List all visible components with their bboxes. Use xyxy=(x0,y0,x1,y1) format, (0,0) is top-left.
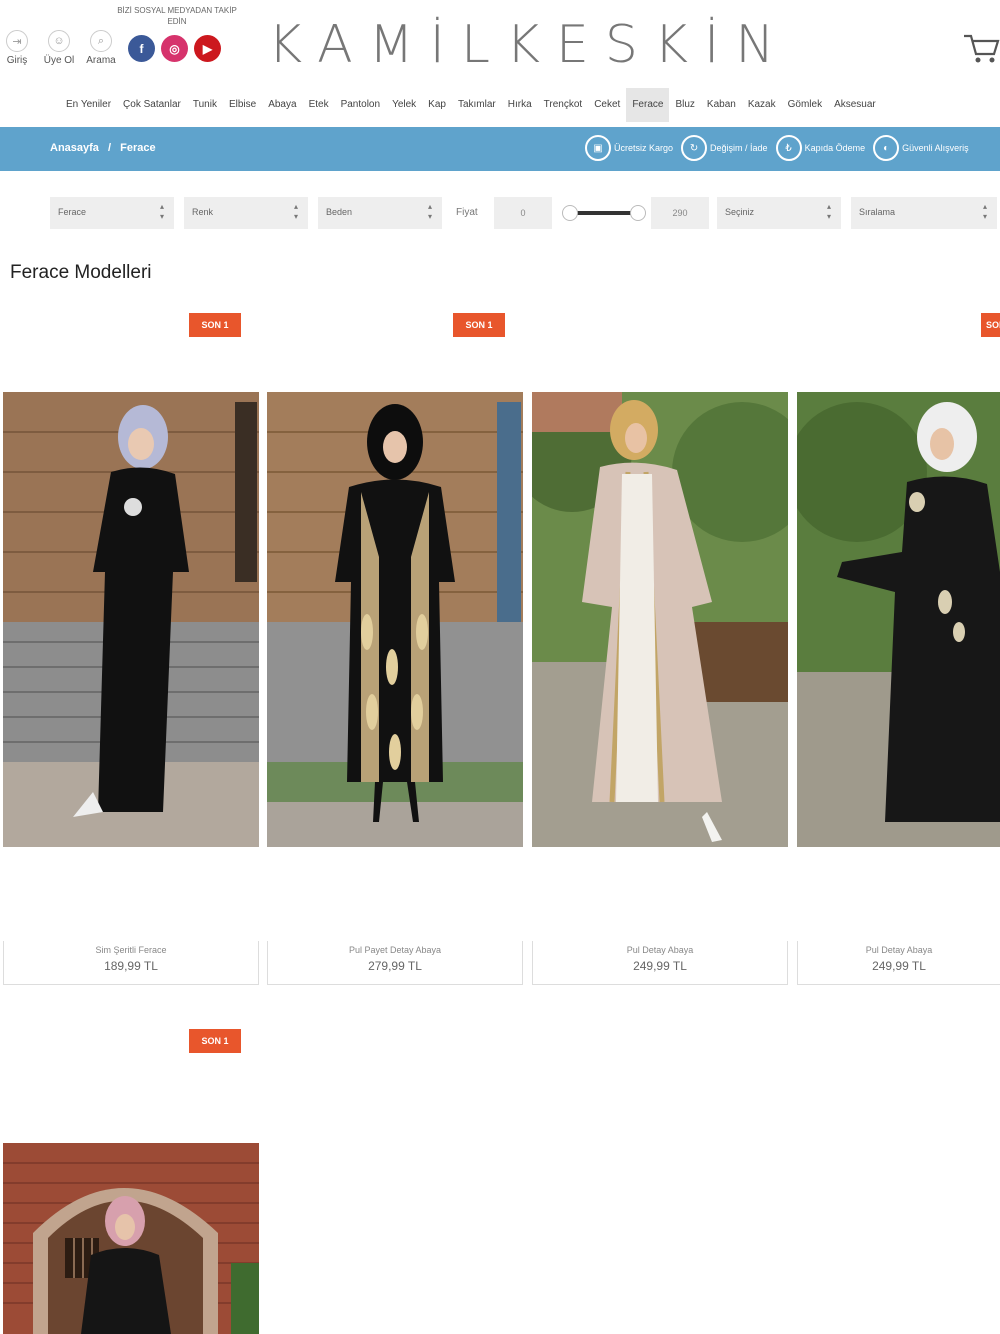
price-range-slider[interactable] xyxy=(562,205,646,221)
product-name[interactable]: Pul Detay Abaya xyxy=(798,945,1000,955)
nav-item-trençkot[interactable]: Trençkot xyxy=(538,88,589,122)
youtube-icon[interactable]: ▶ xyxy=(194,35,221,62)
product-info: Pul Payet Detay Abaya 279,99 TL xyxy=(267,941,523,985)
breadcrumb-separator: / xyxy=(107,142,112,154)
product-image[interactable] xyxy=(797,392,1000,847)
stock-badge: SON 1 xyxy=(981,313,1000,337)
slider-handle-max[interactable] xyxy=(630,205,646,221)
search-label: Arama xyxy=(86,55,116,66)
product-info: Sim Şeritli Ferace 189,99 TL xyxy=(3,941,259,985)
product-info: Pul Detay Abaya 249,99 TL xyxy=(797,941,1000,985)
nav-item-hırka[interactable]: Hırka xyxy=(502,88,538,122)
service-features: ▣ Ücretsiz Kargo ↻ Değişim / İade ₺ Kapı… xyxy=(585,135,969,161)
product-price: 279,99 TL xyxy=(368,959,422,973)
truck-icon: ▣ xyxy=(585,135,611,161)
stock-badge: SON 1 xyxy=(453,313,505,337)
nav-item-gömlek[interactable]: Gömlek xyxy=(782,88,828,122)
product-price: 249,99 TL xyxy=(633,959,687,973)
account-links: ⇥ Giriş ☺ Üye Ol ⌕ Arama xyxy=(0,30,118,66)
product-name[interactable]: Sim Şeritli Ferace xyxy=(4,945,258,955)
feature-label: Kapıda Ödeme xyxy=(804,143,866,153)
slider-handle-min[interactable] xyxy=(562,205,578,221)
stock-badge: SON 1 xyxy=(189,313,241,337)
site-header: ⇥ Giriş ☺ Üye Ol ⌕ Arama BİZİ SOSYAL MED… xyxy=(0,0,1000,88)
register-link[interactable]: ☺ Üye Ol xyxy=(42,30,76,66)
category-select[interactable]: Ferace xyxy=(50,197,174,229)
nav-item-elbise[interactable]: Elbise xyxy=(223,88,262,122)
feature-label: Değişim / İade xyxy=(710,143,768,153)
product-image[interactable] xyxy=(532,392,788,847)
nav-item-takımlar[interactable]: Takımlar xyxy=(452,88,502,122)
nav-item-pantolon[interactable]: Pantolon xyxy=(335,88,386,122)
social-links: f ◎ ▶ xyxy=(128,35,221,62)
brand-select[interactable]: Seçiniz xyxy=(717,197,841,229)
nav-item-kazak[interactable]: Kazak xyxy=(742,88,782,122)
price-max-input[interactable]: 290 xyxy=(651,197,709,229)
login-icon: ⇥ xyxy=(6,30,28,52)
nav-item-kaban[interactable]: Kaban xyxy=(701,88,742,122)
nav-item-ceket[interactable]: Ceket xyxy=(588,88,626,122)
page-title: Ferace Modelleri xyxy=(10,262,152,283)
size-select[interactable]: Beden xyxy=(318,197,442,229)
product-price: 249,99 TL xyxy=(872,959,926,973)
nav-item-ferace[interactable]: Ferace xyxy=(626,88,670,122)
product-price: 189,99 TL xyxy=(104,959,158,973)
filter-bar: Ferace Renk Beden Fiyat 0 290 Seçiniz Sı… xyxy=(50,197,1000,229)
product-info: Pul Detay Abaya 249,99 TL xyxy=(532,941,788,985)
feature-free-shipping: ▣ Ücretsiz Kargo xyxy=(585,135,673,161)
cash-icon: ₺ xyxy=(775,135,802,161)
nav-item-abaya[interactable]: Abaya xyxy=(262,88,302,122)
nav-item-bluz[interactable]: Bluz xyxy=(669,88,700,122)
shield-icon: ◐ xyxy=(873,135,900,161)
social-follow-label: BİZİ SOSYAL MEDYADAN TAKİP EDİN xyxy=(117,6,237,26)
nav-item-aksesuar[interactable]: Aksesuar xyxy=(828,88,882,122)
login-label: Giriş xyxy=(6,55,28,66)
cart-icon[interactable] xyxy=(962,28,1000,68)
slider-track xyxy=(570,211,638,215)
nav-item-en-yeniler[interactable]: En Yeniler xyxy=(60,88,117,122)
price-min-input[interactable]: 0 xyxy=(494,197,552,229)
product-image[interactable] xyxy=(3,392,259,847)
product-name[interactable]: Pul Detay Abaya xyxy=(533,945,787,955)
register-label: Üye Ol xyxy=(43,55,75,66)
product-image[interactable] xyxy=(3,1143,259,1334)
nav-item-etek[interactable]: Etek xyxy=(303,88,335,122)
stock-badge: SON 1 xyxy=(189,1029,241,1053)
search-link[interactable]: ⌕ Arama xyxy=(84,30,118,66)
breadcrumb-home[interactable]: Anasayfa xyxy=(50,142,99,154)
facebook-icon[interactable]: f xyxy=(128,35,155,62)
price-label: Fiyat xyxy=(456,207,478,218)
nav-item-tunik[interactable]: Tunik xyxy=(187,88,223,122)
user-plus-icon: ☺ xyxy=(48,30,70,52)
feature-exchange: ↻ Değişim / İade xyxy=(681,135,768,161)
feature-label: Ücretsiz Kargo xyxy=(614,143,674,153)
product-name[interactable]: Pul Payet Detay Abaya xyxy=(268,945,522,955)
feature-cash-on-delivery: ₺ Kapıda Ödeme xyxy=(775,135,866,161)
main-nav: En Yeniler Çok Satanlar Tunik Elbise Abaya Et… xyxy=(60,88,882,122)
feature-label: Güvenli Alışveriş xyxy=(902,143,969,153)
instagram-icon[interactable]: ◎ xyxy=(161,35,188,62)
site-logo[interactable]: KAMİLKESKİN xyxy=(268,18,790,72)
search-icon: ⌕ xyxy=(90,30,112,52)
feature-secure-shopping: ◐ Güvenli Alışveriş xyxy=(873,135,969,161)
product-image[interactable] xyxy=(267,392,523,847)
nav-item-çok-satanlar[interactable]: Çok Satanlar xyxy=(117,88,187,122)
nav-item-kap[interactable]: Kap xyxy=(422,88,452,122)
exchange-icon: ↻ xyxy=(681,135,708,161)
breadcrumb-current: Ferace xyxy=(120,142,156,154)
color-select[interactable]: Renk xyxy=(184,197,308,229)
breadcrumb: Anasayfa / Ferace xyxy=(50,142,162,154)
nav-item-yelek[interactable]: Yelek xyxy=(386,88,422,122)
sort-select[interactable]: Sıralama xyxy=(851,197,997,229)
login-link[interactable]: ⇥ Giriş xyxy=(0,30,34,66)
breadcrumb-bar: Anasayfa / Ferace ▣ Ücretsiz Kargo ↻ Değ… xyxy=(0,127,1000,171)
